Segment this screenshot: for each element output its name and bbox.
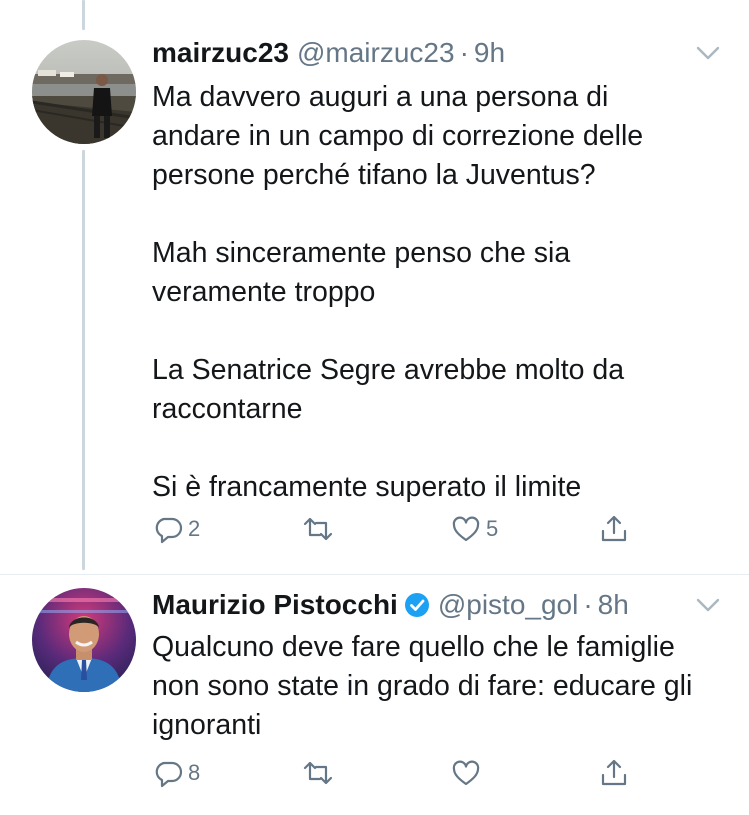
retweet-icon (302, 513, 334, 545)
share-icon (598, 757, 630, 789)
share-button[interactable] (598, 756, 630, 790)
user-handle[interactable]: @mairzuc23 (297, 37, 455, 69)
avatar[interactable] (32, 588, 136, 692)
reply-button[interactable]: 2 (152, 512, 200, 546)
tweet-divider (0, 574, 749, 575)
tweet-header: Maurizio Pistocchi @pisto_gol · 8h (152, 588, 629, 622)
tweet-paragraph: Ma davvero auguri a una persona di andar… (152, 81, 644, 191)
thread-line-top (82, 0, 85, 30)
reply-icon (152, 757, 184, 789)
verified-badge-icon (404, 592, 430, 618)
tweet-header: mairzuc23 @mairzuc23 · 9h (152, 36, 505, 70)
retweet-icon (302, 757, 334, 789)
like-button[interactable]: 5 (450, 512, 498, 546)
avatar[interactable] (32, 40, 136, 144)
reply-count: 2 (188, 516, 201, 541)
user-handle[interactable]: @pisto_gol (438, 589, 579, 621)
timestamp[interactable]: 9h (474, 37, 505, 69)
tweet-paragraph: La Senatrice Segre avrebbe molto da racc… (152, 354, 625, 425)
tweet-paragraph: Mah sinceramente penso che sia veramente… (152, 237, 571, 308)
tweet-paragraph: Qualcuno deve fare quello che le famigli… (152, 631, 693, 741)
share-icon (598, 513, 630, 545)
reply-count: 8 (188, 760, 201, 785)
heart-icon (450, 513, 482, 545)
tweet-text: Ma davvero auguri a una persona di andar… (152, 78, 692, 507)
heart-icon (450, 757, 482, 789)
timestamp[interactable]: 8h (598, 589, 629, 621)
retweet-button[interactable] (302, 512, 338, 546)
retweet-button[interactable] (302, 756, 338, 790)
display-name[interactable]: Maurizio Pistocchi (152, 589, 398, 621)
separator-dot: · (583, 589, 593, 620)
display-name[interactable]: mairzuc23 (152, 37, 289, 69)
chevron-down-icon[interactable] (695, 596, 721, 614)
reply-button[interactable]: 8 (152, 756, 200, 790)
reply-icon (152, 513, 184, 545)
thread-line-mid (82, 150, 85, 570)
like-button[interactable] (450, 756, 486, 790)
tweet-paragraph: Si è francamente superato il limite (152, 471, 582, 503)
tweet-text: Qualcuno deve fare quello che le famigli… (152, 628, 722, 745)
chevron-down-icon[interactable] (695, 44, 721, 62)
separator-dot: · (459, 37, 469, 68)
like-count: 5 (486, 516, 499, 541)
share-button[interactable] (598, 512, 630, 546)
